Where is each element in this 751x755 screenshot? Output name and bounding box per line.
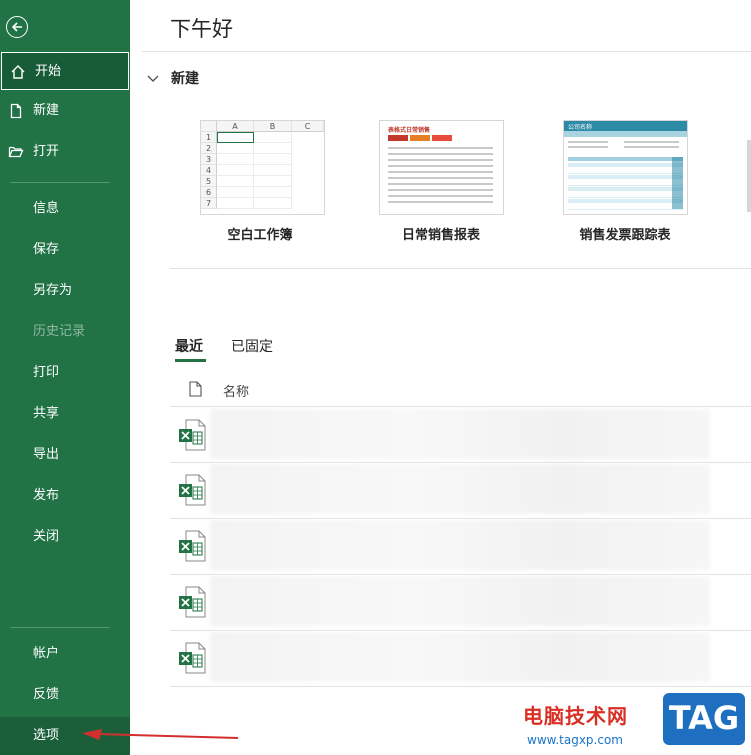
- sidebar-item-label: 打开: [33, 144, 60, 159]
- sidebar-divider: [10, 627, 110, 628]
- sidebar-divider: [10, 182, 110, 183]
- file-name-blurred: [210, 632, 710, 682]
- file-name-blurred: [210, 464, 710, 514]
- divider: [170, 686, 751, 687]
- daily-sales-thumbnail: 表格式日常销售: [380, 121, 503, 214]
- sidebar-item-save[interactable]: 保存: [0, 231, 130, 269]
- template-label: 日常销售报表: [401, 228, 480, 243]
- template-blank-workbook[interactable]: A B C 1 2 3 4 5 6 7: [200, 120, 325, 215]
- tab-recent[interactable]: 最近: [175, 336, 203, 356]
- chevron-down-icon: [147, 71, 161, 87]
- sidebar-item-label: 共享: [33, 406, 60, 421]
- list-item[interactable]: [170, 630, 751, 685]
- sidebar-item-feedback[interactable]: 反馈: [0, 676, 130, 714]
- row-header: 4: [201, 165, 217, 176]
- file-name-blurred: [210, 576, 710, 626]
- thumbnail-title: 公司名称: [568, 124, 593, 131]
- row-header: 3: [201, 154, 217, 165]
- sidebar-item-label: 历史记录: [33, 324, 86, 339]
- watermark-logo: TAG: [663, 693, 745, 745]
- divider: [170, 268, 751, 269]
- file-icon: [189, 381, 202, 397]
- sidebar-item-label: 关闭: [33, 529, 60, 544]
- sidebar-item-share[interactable]: 共享: [0, 395, 130, 433]
- watermark-text: 电脑技术网: [523, 704, 628, 728]
- excel-file-icon: [179, 586, 206, 618]
- sidebar-item-publish[interactable]: 发布: [0, 477, 130, 515]
- row-header: 6: [201, 187, 217, 198]
- row-header: 7: [201, 198, 217, 209]
- file-name-blurred: [210, 520, 710, 570]
- tab-active-indicator: [175, 359, 206, 362]
- watermark-url: www.tagxp.com: [527, 733, 623, 747]
- template-daily-sales-report[interactable]: 表格式日常销售: [379, 120, 504, 215]
- row-header: 2: [201, 143, 217, 154]
- sidebar-item-label: 发布: [33, 488, 60, 503]
- sidebar-item-home[interactable]: 开始: [1, 52, 129, 90]
- backstage-main: 下午好 新建 A B C 1 2 3 4 5 6 7 空白工作簿 表格式日常销售…: [82, 0, 751, 754]
- sidebar-item-label: 新建: [33, 103, 60, 118]
- sidebar-item-export[interactable]: 导出: [0, 436, 130, 474]
- new-file-icon: [10, 103, 22, 119]
- sidebar-item-label: 反馈: [33, 687, 60, 702]
- column-header: B: [254, 121, 292, 132]
- excel-file-icon: [179, 642, 206, 674]
- back-arrow-icon[interactable]: [6, 16, 28, 38]
- sidebar-item-account[interactable]: 帐户: [0, 635, 130, 673]
- blank-workbook-thumbnail: A B C 1 2 3 4 5 6 7: [201, 121, 324, 214]
- divider: [142, 51, 751, 52]
- backstage-sidebar: 开始 新建 打开 信息 保存 另存为 历史记录 打印 共享 导出 发布 关闭 帐…: [0, 0, 130, 755]
- sidebar-item-info[interactable]: 信息: [0, 190, 130, 228]
- invoice-tracker-thumbnail: 公司名称: [564, 121, 687, 214]
- row-header: 1: [201, 132, 217, 143]
- sidebar-item-label: 另存为: [33, 283, 73, 298]
- new-section-title: 新建: [171, 71, 199, 87]
- sidebar-item-label: 帐户: [33, 646, 60, 661]
- red-arrow-annotation: [82, 729, 239, 740]
- home-icon: [11, 65, 25, 79]
- list-item[interactable]: [170, 518, 751, 573]
- selected-cell: [217, 132, 254, 143]
- sidebar-item-label: 保存: [33, 242, 60, 257]
- column-header: C: [292, 121, 324, 132]
- watermark-tag: TAG: [668, 699, 740, 737]
- excel-file-icon: [179, 419, 206, 451]
- sidebar-item-label: 开始: [35, 64, 62, 79]
- sidebar-item-label: 打印: [33, 365, 60, 380]
- page-title: 下午好: [170, 17, 233, 41]
- list-item[interactable]: [170, 462, 751, 517]
- sidebar-item-open[interactable]: 打开: [0, 133, 130, 171]
- open-folder-icon: [8, 146, 24, 158]
- excel-file-icon: [179, 474, 206, 506]
- tab-pinned[interactable]: 已固定: [231, 336, 273, 356]
- column-header: A: [217, 121, 254, 132]
- sidebar-item-new[interactable]: 新建: [0, 92, 130, 130]
- list-item[interactable]: [170, 574, 751, 629]
- sidebar-item-print[interactable]: 打印: [0, 354, 130, 392]
- sidebar-item-label: 导出: [33, 447, 60, 462]
- template-partial[interactable]: [747, 140, 751, 212]
- sidebar-item-label: 选项: [33, 728, 60, 743]
- sidebar-item-save-as[interactable]: 另存为: [0, 272, 130, 310]
- column-header-name[interactable]: 名称: [223, 381, 249, 400]
- sidebar-item-label: 信息: [33, 201, 60, 216]
- template-sales-invoice-tracker[interactable]: 公司名称: [563, 120, 688, 215]
- sidebar-item-close[interactable]: 关闭: [0, 518, 130, 556]
- excel-file-icon: [179, 530, 206, 562]
- new-section-header[interactable]: 新建: [147, 68, 199, 88]
- file-name-blurred: [210, 409, 710, 459]
- template-label: 销售发票跟踪表: [579, 228, 671, 243]
- sidebar-item-history: 历史记录: [0, 313, 130, 351]
- template-label: 空白工作簿: [227, 228, 293, 243]
- list-item[interactable]: [170, 407, 751, 462]
- thumbnail-title: 表格式日常销售: [388, 127, 431, 134]
- row-header: 5: [201, 176, 217, 187]
